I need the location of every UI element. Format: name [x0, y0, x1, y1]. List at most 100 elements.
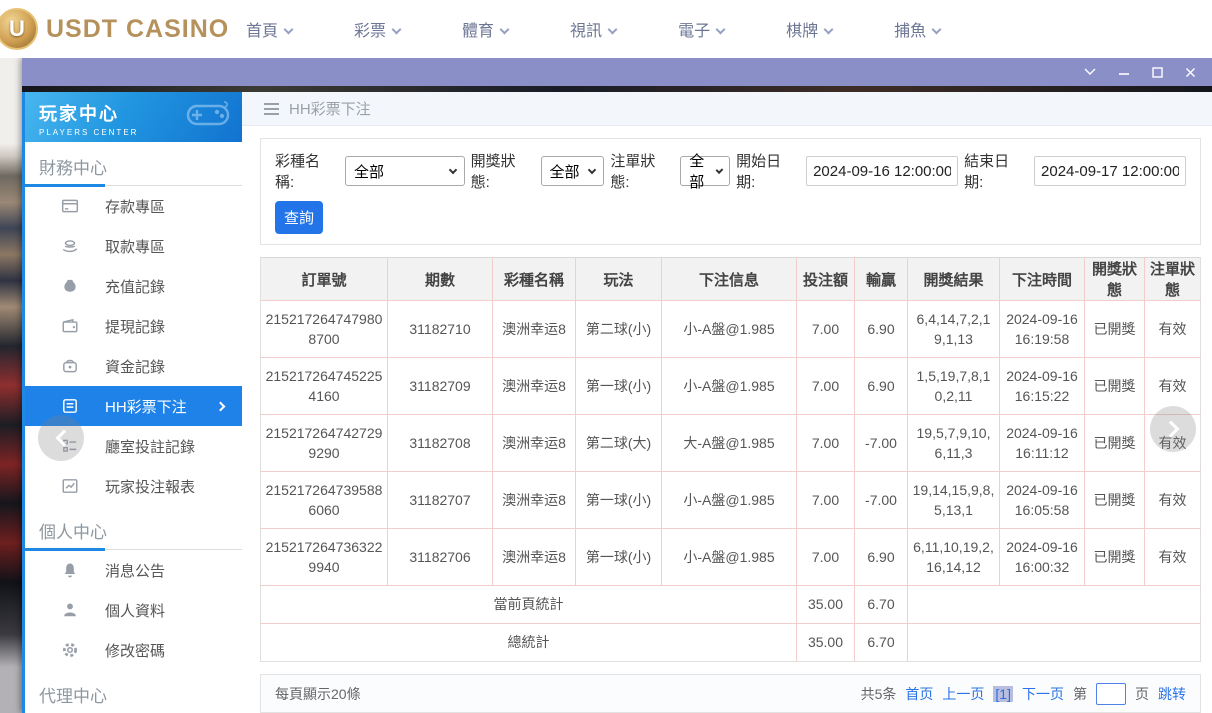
sidebar-item-deposit[interactable]: 存款專區: [25, 186, 242, 226]
chevron-down-icon: [1085, 69, 1095, 74]
window-minimize-button[interactable]: [1118, 67, 1130, 77]
chevron-down-icon: [715, 166, 722, 173]
chevron-down-icon: [932, 25, 942, 35]
sidebar-item-funds-record[interactable]: 資金記錄: [25, 346, 242, 386]
nav-item-sports[interactable]: 體育: [462, 17, 508, 41]
carousel-next-button[interactable]: [1150, 406, 1196, 452]
section-finance-center: 財務中心: [25, 152, 242, 186]
nav-item-cards[interactable]: 棋牌: [786, 17, 832, 41]
nav-item-home[interactable]: 首頁: [246, 17, 292, 41]
chevron-left-icon: [55, 430, 72, 447]
nav-item-live[interactable]: 視訊: [570, 17, 616, 41]
table-row: 215217264742729929031182708澳洲幸运8第二球(大)大-…: [261, 415, 1201, 472]
draw-status-filter-label: 開獎狀態:: [471, 150, 535, 192]
end-date-label: 結束日期:: [964, 150, 1028, 192]
current-page-badge: [1]: [993, 686, 1013, 702]
col-period: 期數: [388, 258, 493, 301]
main-content: HH彩票下注 彩種名稱: 全部 開獎狀態: 全部 注單狀態: 全部 開始日期: …: [242, 92, 1212, 713]
window-close-button[interactable]: [1185, 67, 1196, 78]
background-photo: [0, 58, 22, 713]
content-header: HH彩票下注: [242, 92, 1212, 126]
first-page-link[interactable]: 首页: [905, 684, 933, 704]
hamburger-icon[interactable]: [264, 103, 279, 115]
chevron-down-icon: [716, 25, 726, 35]
withdraw-record-icon: [61, 317, 79, 335]
sidebar-header: 玩家中心 PLAYERS CENTER: [25, 92, 242, 142]
pagination-bar: 每頁顯示20條 共5条 首页 上一页 [1] 下一页 第 页 跳转: [260, 674, 1201, 713]
prev-page-link[interactable]: 上一页: [942, 684, 984, 704]
gear-icon: [61, 641, 79, 659]
main-menu: 首頁 彩票 體育 視訊 電子 棋牌 捕魚: [246, 0, 940, 58]
window-titlebar: [22, 58, 1212, 86]
start-date-label: 開始日期:: [736, 150, 800, 192]
sidebar: 玩家中心 PLAYERS CENTER 財務中心 存款專區 取款專: [25, 92, 242, 713]
page-summary-label: 當前頁統計: [261, 586, 797, 624]
recharge-record-icon: [61, 277, 79, 295]
col-lottery: 彩種名稱: [493, 258, 576, 301]
withdraw-icon: [61, 237, 79, 255]
col-play: 玩法: [576, 258, 662, 301]
maximize-icon: [1153, 68, 1162, 77]
page-jump-input[interactable]: [1096, 683, 1126, 705]
query-button[interactable]: 查詢: [275, 201, 323, 234]
jump-suffix: 页: [1135, 684, 1149, 704]
col-result: 開獎結果: [908, 258, 1000, 301]
bet-records-table: 訂單號 期數 彩種名稱 玩法 下注信息 投注額 輸贏 開獎結果 下注時間 開獎狀…: [260, 257, 1201, 662]
chevron-down-icon: [588, 166, 596, 174]
sidebar-item-withdraw[interactable]: 取款專區: [25, 226, 242, 266]
order-status-select[interactable]: 全部: [680, 156, 730, 186]
total-summary-label: 總統計: [261, 624, 797, 662]
close-icon: [1187, 68, 1195, 76]
jump-prefix: 第: [1073, 684, 1087, 704]
lottery-select[interactable]: 全部: [345, 156, 465, 186]
window-dropdown-button[interactable]: [1084, 68, 1096, 76]
gamepad-icon: [184, 98, 232, 132]
table-row: 215217264747980870031182710澳洲幸运8第二球(小)小-…: [261, 301, 1201, 358]
section-personal-center: 個人中心: [25, 516, 242, 550]
nav-item-slots[interactable]: 電子: [678, 17, 724, 41]
order-status-filter-label: 注單狀態:: [610, 150, 674, 192]
filter-panel: 彩種名稱: 全部 開獎狀態: 全部 注單狀態: 全部 開始日期: 結束日期: 查…: [260, 138, 1201, 245]
chevron-right-icon: [1162, 421, 1179, 438]
sidebar-item-recharge-record[interactable]: 充值記錄: [25, 266, 242, 306]
total-count-text: 共5条: [861, 684, 897, 704]
sidebar-item-profile[interactable]: 個人資料: [25, 590, 242, 630]
next-page-link[interactable]: 下一页: [1022, 684, 1064, 704]
brand-logo[interactable]: U USDT CASINO: [2, 8, 229, 50]
table-row: 215217264736322994031182706澳洲幸运8第一球(小)小-…: [261, 529, 1201, 586]
nav-item-lottery[interactable]: 彩票: [354, 17, 400, 41]
start-date-input[interactable]: [806, 156, 958, 186]
nav-item-fishing[interactable]: 捕魚: [894, 17, 940, 41]
top-nav: U USDT CASINO 首頁 彩票 體育 視訊 電子 棋牌 捕魚: [0, 0, 1212, 58]
jump-link[interactable]: 跳转: [1158, 684, 1186, 704]
bell-icon: [61, 561, 79, 579]
end-date-input[interactable]: [1034, 156, 1186, 186]
sidebar-item-change-password[interactable]: 修改密碼: [25, 630, 242, 670]
col-order-id: 訂單號: [261, 258, 388, 301]
chevron-down-icon: [448, 166, 456, 174]
player-center-window: 玩家中心 PLAYERS CENTER 財務中心 存款專區 取款專: [22, 58, 1212, 713]
window-maximize-button[interactable]: [1152, 67, 1163, 78]
report-icon: [61, 477, 79, 495]
page-size-text: 每頁顯示20條: [275, 684, 361, 704]
col-draw-status: 開獎狀態: [1085, 258, 1145, 301]
chevron-down-icon: [608, 25, 618, 35]
funds-record-icon: [61, 357, 79, 375]
sidebar-item-announcements[interactable]: 消息公告: [25, 550, 242, 590]
chevron-down-icon: [824, 25, 834, 35]
sidebar-item-withdraw-record[interactable]: 提現記錄: [25, 306, 242, 346]
lottery-bet-icon: [61, 397, 79, 415]
draw-status-select[interactable]: 全部: [541, 156, 605, 186]
chevron-down-icon: [500, 25, 510, 35]
chevron-down-icon: [392, 25, 402, 35]
personal-menu: 消息公告 個人資料 修改密碼: [25, 550, 242, 670]
person-icon: [61, 601, 79, 619]
table-row: 215217264739588606031182707澳洲幸运8第一球(小)小-…: [261, 472, 1201, 529]
carousel-prev-button[interactable]: [38, 415, 84, 461]
page-summary-row: 當前頁統計 35.00 6.70: [261, 586, 1201, 624]
sidebar-item-player-bet-report[interactable]: 玩家投注報表: [25, 466, 242, 506]
lottery-filter-label: 彩種名稱:: [275, 150, 339, 192]
col-order-status: 注單狀態: [1145, 258, 1201, 301]
brand-name: USDT CASINO: [46, 15, 229, 44]
section-agent-center: 代理中心: [25, 680, 242, 713]
